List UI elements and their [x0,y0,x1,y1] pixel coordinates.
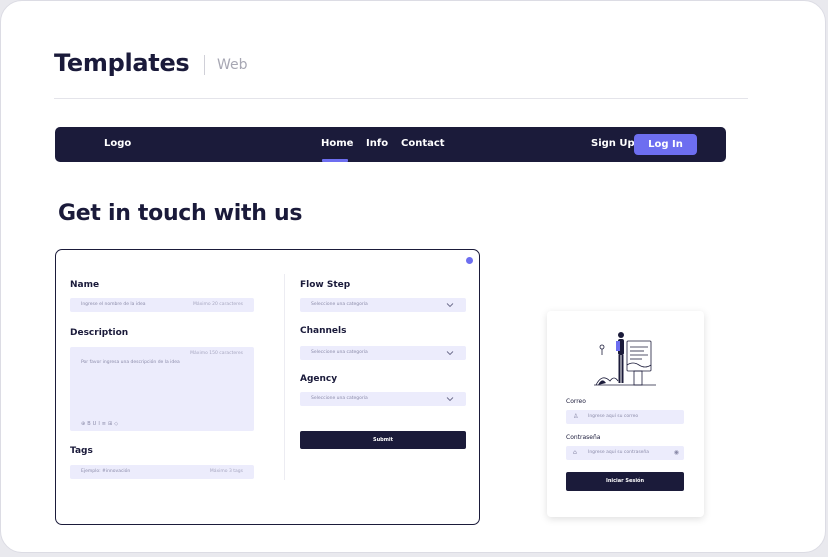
nav-link-home[interactable]: Home [321,138,353,149]
page-subtitle: Web [217,57,248,73]
chevron-down-icon [446,397,454,402]
password-placeholder: Ingrese aquí su contraseña [588,450,650,455]
flowstep-select[interactable]: Seleccione una categoría [300,298,466,312]
channels-label: Channels [300,326,347,336]
description-placeholder: Por favor ingresa una descripción de la … [81,360,180,365]
tags-placeholder: Ejemplo: #innovación [81,469,131,474]
description-textarea[interactable]: Máximo 150 caracteres Por favor ingresa … [70,347,254,431]
template-card: Templates Web Logo Home Info Contact Sig… [0,0,826,553]
section-heading: Get in touch with us [58,201,303,226]
navbar: Logo Home Info Contact Sign Up Log In [55,127,726,162]
description-counter: Máximo 150 caracteres [190,351,243,356]
tags-label: Tags [70,446,93,456]
iniciar-sesion-button[interactable]: Iniciar Sesión [566,472,684,491]
user-icon: ♙ [573,413,579,420]
chevron-down-icon [446,351,454,356]
close-icon[interactable] [466,257,473,264]
nav-active-indicator [322,159,348,162]
name-counter: Máximo 20 caracteres [193,302,243,307]
flowstep-label: Flow Step [300,280,351,290]
chevron-down-icon [446,303,454,308]
agency-label: Agency [300,374,338,384]
name-label: Name [70,280,100,290]
submit-button[interactable]: Submit [300,431,466,449]
lock-icon: ⌂ [573,449,577,456]
eye-icon[interactable]: ◉ [674,449,679,456]
name-placeholder: Ingrese el nombre de la idea [81,302,146,307]
channels-select[interactable]: Seleccione una categoría [300,346,466,360]
correo-placeholder: Ingrese aquí su correo [588,414,639,419]
login-card: Correo ♙ Ingrese aquí su correo Contrase… [547,311,704,517]
tags-input[interactable]: Ejemplo: #innovación Máximo 3 tags [70,465,254,479]
signup-link[interactable]: Sign Up [591,138,635,149]
tags-counter: Máximo 3 tags [209,469,243,474]
correo-input[interactable]: ♙ Ingrese aquí su correo [566,410,684,424]
header-divider [54,98,748,99]
password-input[interactable]: ⌂ Ingrese aquí su contraseña ◉ [566,446,684,460]
agency-value: Seleccione una categoría [311,396,368,401]
page-title: Templates [54,49,190,77]
code-icon[interactable]: ◇ [114,421,120,427]
nav-logo[interactable]: Logo [104,138,131,149]
login-button[interactable]: Log In [634,134,697,155]
editor-toolbar: ⊕BUI≡⊞◇ [81,421,120,427]
agency-select[interactable]: Seleccione una categoría [300,392,466,406]
password-label: Contraseña [566,434,601,441]
illustration-person-icon [594,332,656,386]
name-input[interactable]: Ingrese el nombre de la idea Máximo 20 c… [70,298,254,312]
column-divider [284,274,285,480]
flowstep-value: Seleccione una categoría [311,302,368,307]
description-label: Description [70,328,129,338]
nav-link-contact[interactable]: Contact [401,138,445,149]
correo-label: Correo [566,398,586,405]
nav-link-info[interactable]: Info [366,138,388,149]
title-divider [204,55,205,75]
channels-value: Seleccione una categoría [311,350,368,355]
contact-form: Name Ingrese el nombre de la idea Máximo… [55,249,480,525]
